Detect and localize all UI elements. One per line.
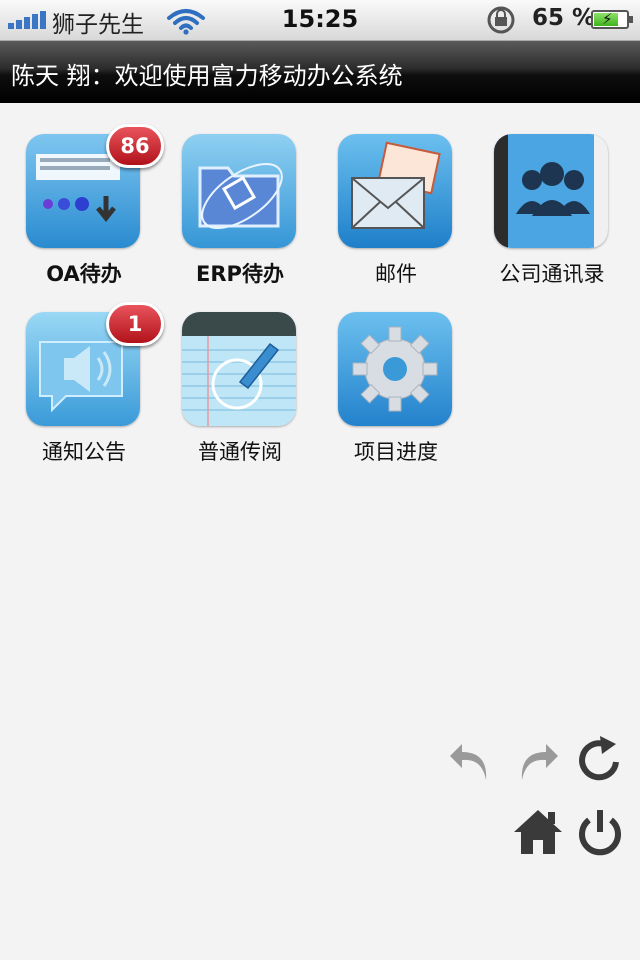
status-bar: 狮子先生 15:25 65 % ⚡ bbox=[0, 0, 640, 41]
battery-icon: ⚡ bbox=[591, 10, 633, 29]
welcome-header: 陈天 翔：欢迎使用富力移动办公系统 bbox=[0, 41, 640, 103]
undo-icon[interactable] bbox=[446, 734, 498, 786]
app-label: 普通传阅 bbox=[198, 440, 282, 464]
home-icon[interactable] bbox=[512, 806, 564, 858]
app-label: 邮件 bbox=[375, 262, 417, 286]
battery-percent: 65 % bbox=[532, 5, 596, 31]
erp-folder-icon bbox=[182, 134, 296, 248]
app-label: 公司通讯录 bbox=[499, 262, 605, 286]
app-label: 通知公告 bbox=[42, 440, 126, 464]
mail-icon bbox=[338, 134, 452, 248]
app-contacts[interactable]: 公司通讯录 bbox=[474, 134, 630, 304]
app-label: ERP待办 bbox=[196, 262, 284, 286]
unread-badge: 1 bbox=[106, 302, 164, 346]
welcome-text: 陈天 翔：欢迎使用富力移动办公系统 bbox=[11, 62, 403, 90]
contacts-icon bbox=[494, 134, 608, 248]
app-erp-todo[interactable]: ERP待办 bbox=[162, 134, 318, 304]
redo-icon[interactable] bbox=[510, 734, 562, 786]
app-mail[interactable]: 邮件 bbox=[318, 134, 474, 304]
gear-icon bbox=[338, 312, 452, 426]
rotation-lock-icon bbox=[487, 6, 515, 34]
app-oa-todo[interactable]: 86 OA待办 bbox=[6, 124, 164, 304]
app-label: 项目进度 bbox=[354, 440, 438, 464]
app-circulate[interactable]: 普通传阅 bbox=[162, 312, 318, 482]
refresh-icon[interactable] bbox=[574, 734, 626, 786]
app-label: OA待办 bbox=[46, 262, 122, 286]
unread-badge: 86 bbox=[106, 124, 164, 168]
app-project-progress[interactable]: 项目进度 bbox=[318, 312, 474, 482]
power-icon[interactable] bbox=[574, 806, 626, 858]
notepad-pen-icon bbox=[182, 312, 296, 426]
app-notice[interactable]: 1 通知公告 bbox=[6, 302, 164, 482]
